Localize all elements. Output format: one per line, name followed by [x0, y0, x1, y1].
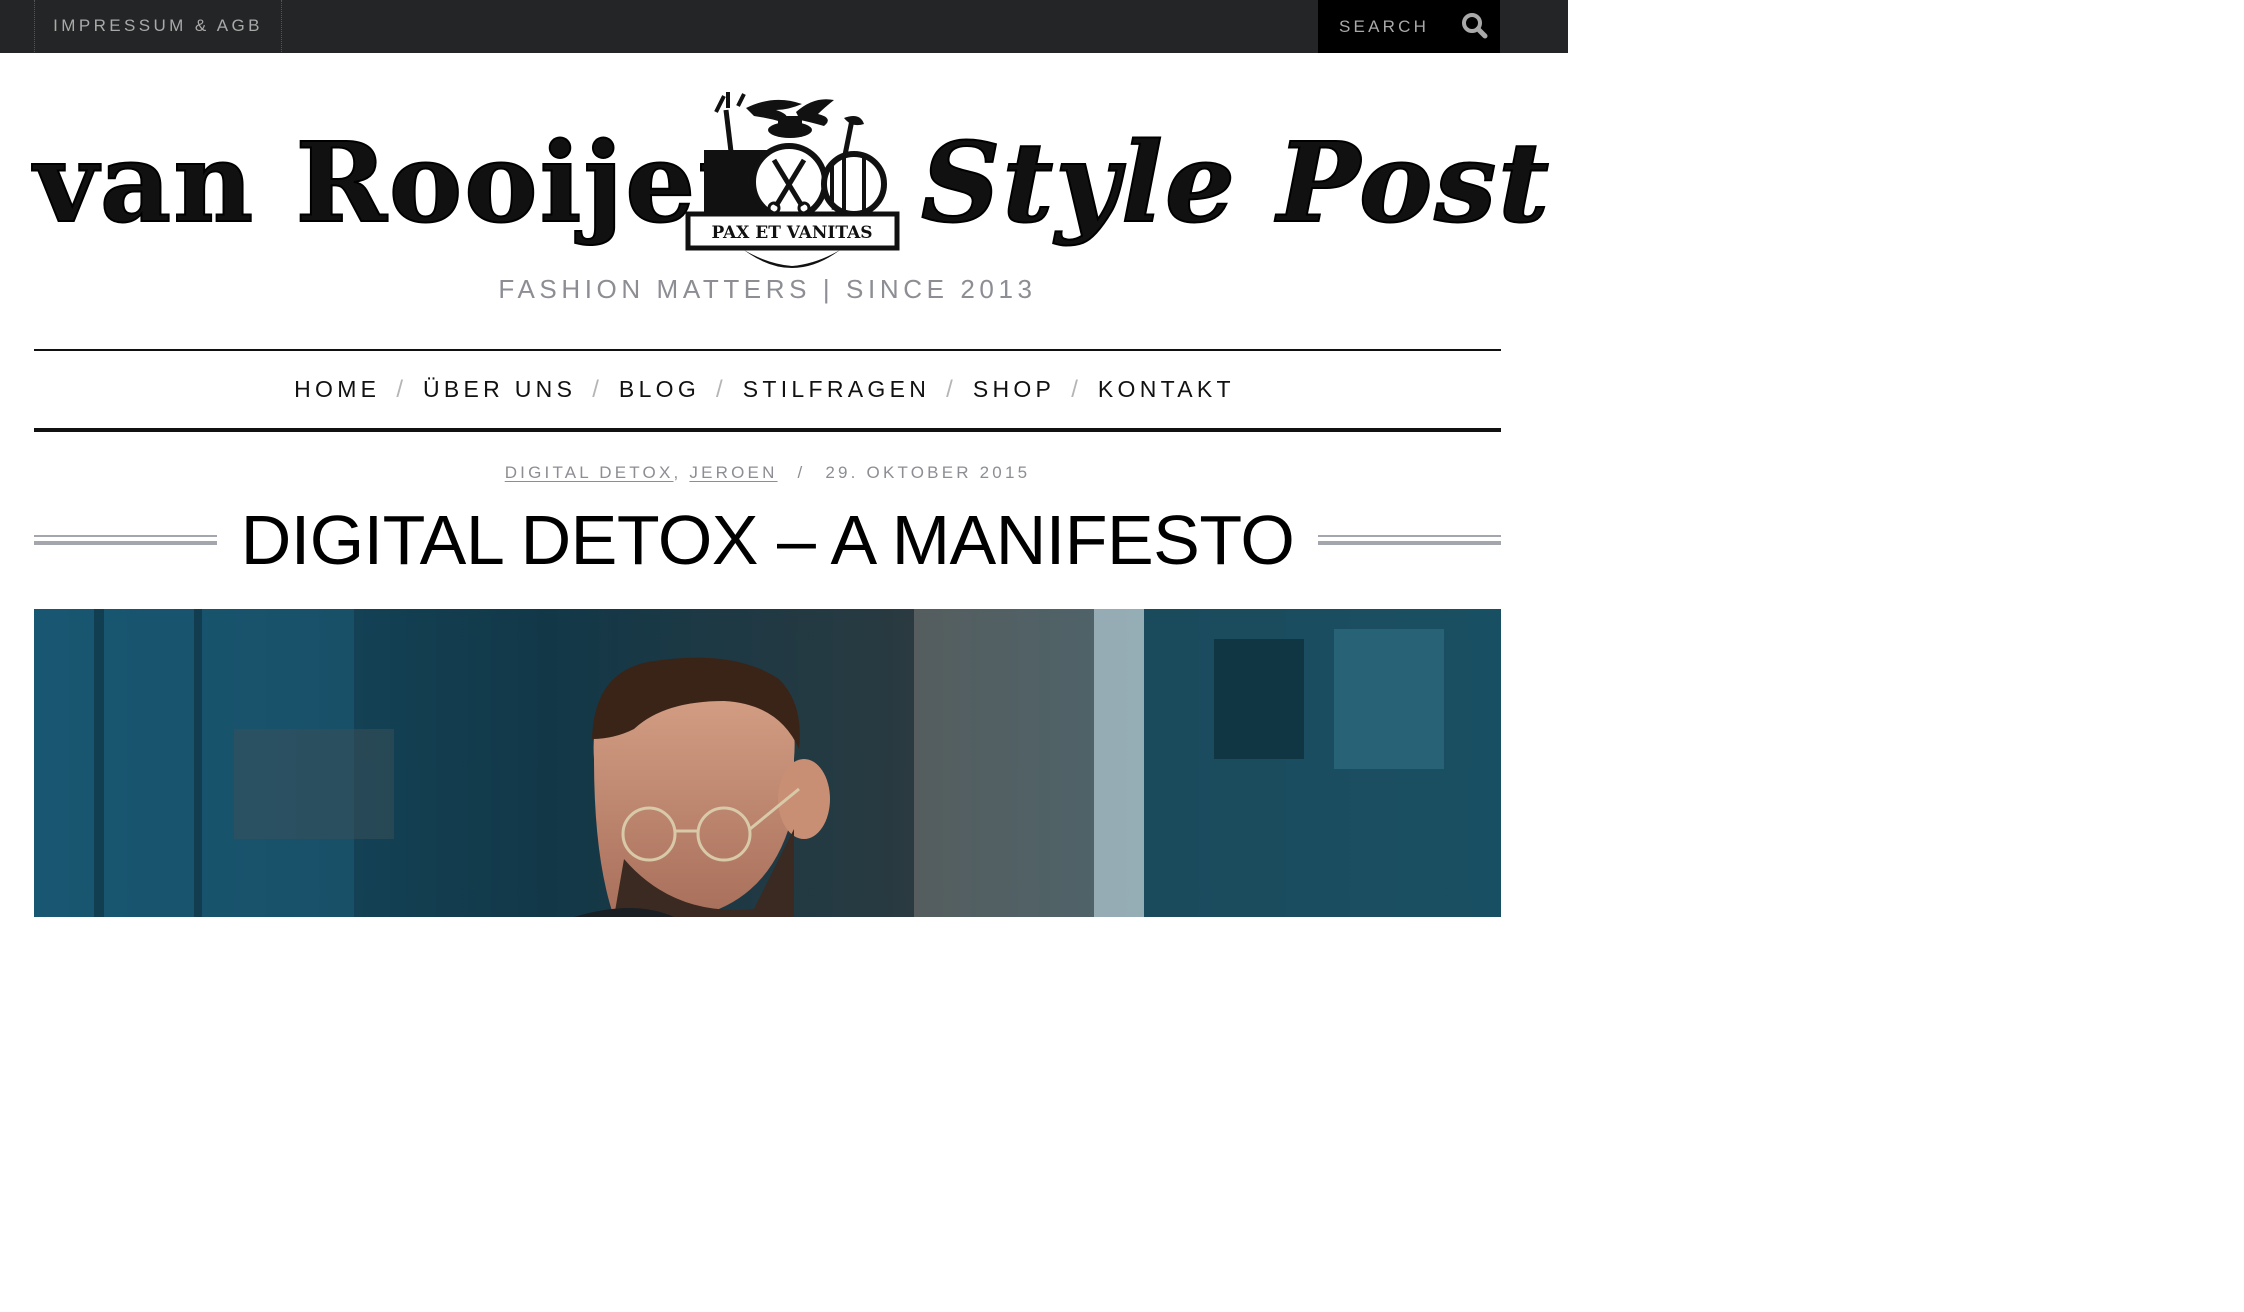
- nav-item-home[interactable]: HOME: [294, 376, 380, 403]
- nav-item-blog[interactable]: BLOG: [619, 376, 700, 403]
- nav-item-kontakt[interactable]: KONTAKT: [1098, 376, 1235, 403]
- post-meta: DIGITAL DETOX, JEROEN / 29. OKTOBER 2015: [34, 463, 1501, 483]
- impressum-agb-link[interactable]: IMPRESSUM & AGB: [34, 0, 282, 52]
- title-rule-left: [34, 535, 217, 545]
- post-title: DIGITAL DETOX – A MANIFESTO: [240, 501, 1295, 579]
- site-masthead[interactable]: van Rooijen PAX ET VANITAS Style Post: [33, 88, 1552, 278]
- emblem-motto: PAX ET VANITAS: [711, 223, 872, 243]
- nav-item-shop[interactable]: SHOP: [973, 376, 1055, 403]
- search-box: [1318, 0, 1500, 53]
- top-bar: IMPRESSUM & AGB: [0, 0, 1568, 53]
- category-link-jeroen[interactable]: JEROEN: [689, 463, 777, 482]
- pax-et-vanitas-emblem: PAX ET VANITAS: [685, 92, 900, 268]
- site-tagline: FASHION MATTERS | SINCE 2013: [498, 274, 1037, 304]
- post-hero-image: [34, 609, 1501, 917]
- main-navigation: HOME / ÜBER UNS / BLOG / STILFRAGEN / SH…: [34, 349, 1501, 432]
- search-input[interactable]: [1318, 0, 1446, 53]
- search-button[interactable]: [1458, 10, 1492, 42]
- category-separator: ,: [673, 463, 682, 482]
- nav-item-ueber-uns[interactable]: ÜBER UNS: [423, 376, 576, 403]
- category-link-digital-detox[interactable]: DIGITAL DETOX: [505, 463, 674, 482]
- logo-text-left: van Rooijen: [33, 117, 780, 248]
- meta-separator: /: [797, 463, 806, 482]
- post-date: 29. OKTOBER 2015: [825, 463, 1031, 482]
- nav-item-stilfragen[interactable]: STILFRAGEN: [743, 376, 930, 403]
- nav-separator: /: [396, 375, 403, 403]
- nav-separator: /: [946, 375, 953, 403]
- nav-separator: /: [592, 375, 599, 403]
- hero-photo-illustration: [34, 609, 1501, 917]
- nav-separator: /: [1071, 375, 1078, 403]
- logo-text-right: Style Post: [920, 117, 1552, 248]
- title-rule-right: [1318, 535, 1501, 545]
- nav-separator: /: [716, 375, 723, 403]
- magnifier-icon: [1462, 13, 1488, 39]
